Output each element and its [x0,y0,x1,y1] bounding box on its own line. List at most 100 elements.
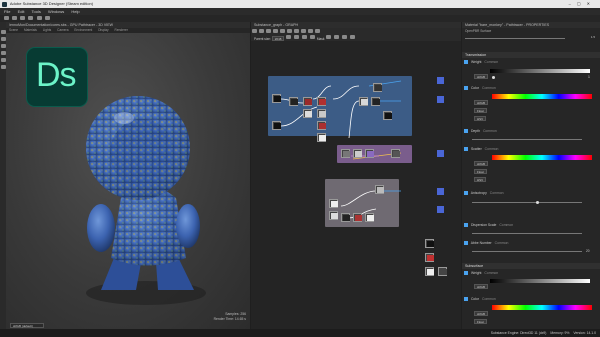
tab-renderer[interactable]: Renderer [115,28,128,32]
color-checkbox[interactable] [464,86,468,91]
colorspace-select[interactable]: sRGB (default) [10,323,44,328]
hsv-button[interactable]: HSV [474,116,487,121]
menu-edit[interactable]: Edit [18,9,25,14]
output-node[interactable] [437,77,444,84]
graph-node[interactable] [373,83,382,92]
sub-weight-gradient[interactable] [490,279,590,283]
graph-tool-icon[interactable] [266,29,271,33]
graph-node[interactable] [329,199,338,208]
graph-node[interactable] [425,267,434,276]
graph-node[interactable] [353,149,362,158]
weight-value[interactable]: 1 [588,74,590,81]
tab-display[interactable]: Display [98,28,108,32]
graph-node[interactable] [353,213,362,222]
menu-help[interactable]: Help [71,9,79,14]
distribute-icon[interactable] [342,35,348,39]
graph-tool-icon[interactable] [287,29,292,33]
srgb-button[interactable]: sRGB [474,74,489,79]
graph-tool-icon[interactable] [259,29,264,33]
color-hue-bar[interactable] [492,94,592,99]
dispersion-slider[interactable] [472,233,582,234]
graph-tool-icon[interactable] [273,29,278,33]
tab-environment[interactable]: Environment [74,28,92,32]
menu-windows[interactable]: Windows [48,9,64,14]
hsv-button[interactable]: HSV [474,177,487,182]
tab-scene[interactable]: Scene [9,28,18,32]
anisotropy-slider[interactable] [472,202,582,203]
float-button[interactable]: Float [474,319,487,324]
frame-icon[interactable] [294,35,300,39]
layout-icon[interactable] [44,16,50,20]
srgb-button[interactable]: sRGB [474,100,489,105]
sync-icon[interactable] [309,35,315,39]
graph-node[interactable] [425,253,434,262]
section-transmission[interactable]: Transmission [462,52,600,58]
link-icon[interactable] [286,35,292,39]
graph-node[interactable] [317,97,326,106]
undo-icon[interactable] [28,16,34,20]
graph-node[interactable] [425,239,434,248]
sub-color-hue-bar[interactable] [492,305,592,310]
tab-lights[interactable]: Lights [43,28,52,32]
tab-materials[interactable]: Materials [24,28,37,32]
scatter-hue-bar[interactable] [492,155,592,160]
save-icon[interactable] [20,16,26,20]
graph-node[interactable] [375,185,384,194]
comment-icon[interactable] [350,35,356,39]
section-subsurface[interactable]: Subsurface [462,263,600,269]
graph-tool-icon[interactable] [308,29,313,33]
output-node[interactable] [437,96,444,103]
scatter-checkbox[interactable] [464,147,468,152]
graph-node[interactable] [272,94,281,103]
graph-node[interactable] [329,211,338,220]
graph-node[interactable] [438,267,447,276]
dispersion-checkbox[interactable] [464,223,468,228]
abbe-slider[interactable] [472,251,582,252]
grid-icon[interactable] [302,35,308,39]
graph-node[interactable] [341,213,350,222]
graph-node[interactable] [272,121,281,130]
srgb-button[interactable]: sRGB [474,311,489,316]
graph-tool-icon[interactable] [301,29,306,33]
tab-camera[interactable]: Camera [57,28,68,32]
output-node[interactable] [437,206,444,213]
graph-node[interactable] [359,97,368,106]
align-icon[interactable] [334,35,340,39]
graph-node[interactable] [289,97,298,106]
graph-tool-icon[interactable] [280,29,285,33]
sub-weight-checkbox[interactable] [464,271,468,276]
depth-checkbox[interactable] [464,129,468,134]
anisotropy-knob[interactable] [536,201,539,204]
graph-node[interactable] [371,97,380,106]
output-node[interactable] [437,188,444,195]
graph-node[interactable] [317,121,326,130]
output-node[interactable] [437,150,444,157]
float-button[interactable]: Float [474,108,487,113]
abbe-checkbox[interactable] [464,241,468,246]
weight-checkbox[interactable] [464,60,468,65]
layout-icon[interactable] [326,35,332,39]
graph-node[interactable] [391,149,400,158]
menu-tools[interactable]: Tools [32,9,41,14]
menu-file[interactable]: File [4,9,10,14]
graph-node[interactable] [317,133,326,142]
graph-node[interactable] [365,149,374,158]
graph-node[interactable] [303,109,312,118]
weight-slider-knob[interactable] [492,76,495,79]
graph-node[interactable] [303,97,312,106]
depth-slider[interactable] [472,139,582,140]
float-button[interactable]: Float [474,169,487,174]
graph-tool-icon[interactable] [315,29,320,33]
abbe-value[interactable]: 20 [586,249,590,253]
graph-node[interactable] [317,109,326,118]
weight-gradient[interactable] [490,69,590,73]
graph-tool-icon[interactable] [252,29,257,33]
sub-color-checkbox[interactable] [464,297,468,302]
open-folder-icon[interactable] [12,16,18,20]
top-slider[interactable]: 1.5 [465,35,597,40]
3d-viewport[interactable]: Ds Samples: 256 Render Time: 14.65 s sRG… [6,33,250,329]
window-controls[interactable]: –▢✕ [569,0,596,8]
redo-icon[interactable] [36,16,42,20]
graph-canvas[interactable] [251,41,461,329]
anisotropy-checkbox[interactable] [464,191,468,196]
